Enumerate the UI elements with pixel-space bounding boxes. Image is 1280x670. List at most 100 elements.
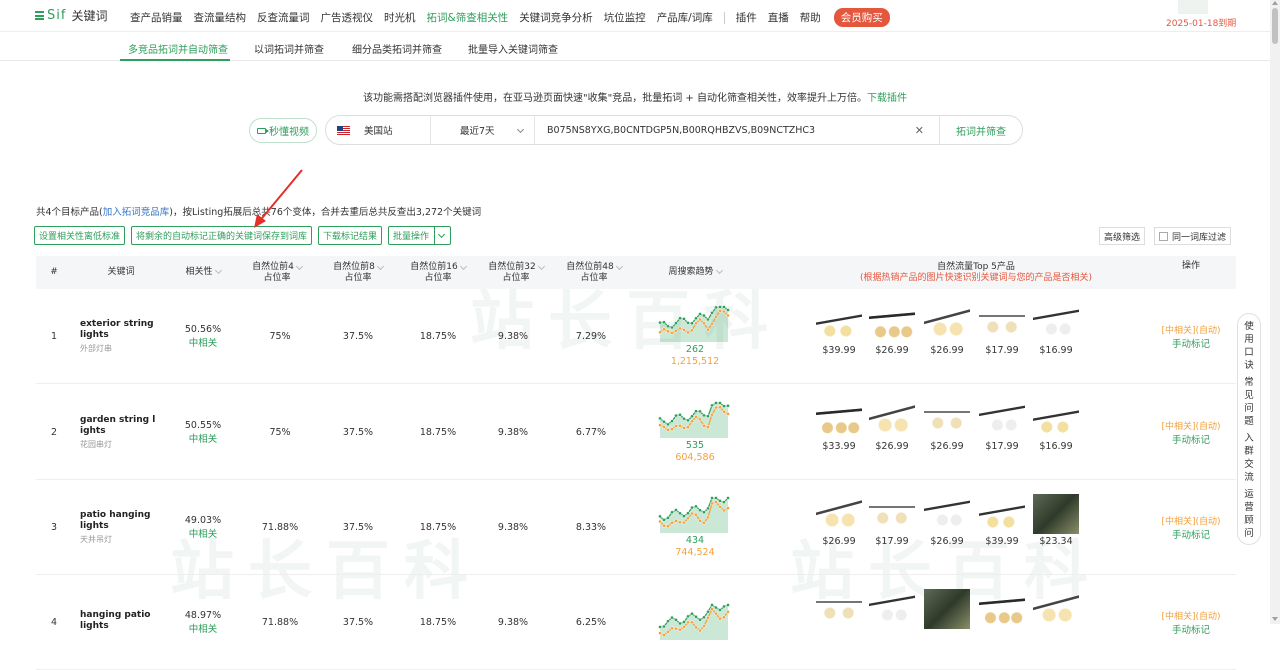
col-top8-line1: 自然位前8: [333, 261, 375, 272]
auto-relevance-tag: [中相关](自动): [1161, 325, 1221, 336]
product-image[interactable]: [1033, 303, 1079, 343]
manual-mark-link[interactable]: 手动标记: [1172, 336, 1210, 350]
top-product[interactable]: $26.99: [924, 399, 970, 452]
top-product[interactable]: $16.99: [1033, 303, 1079, 356]
top4-cell: 75%: [269, 426, 291, 438]
side-faq[interactable]: 常见问题: [1243, 376, 1255, 428]
relevance-value: 49.03%: [184, 514, 222, 526]
top-product[interactable]: $16.99: [1033, 399, 1079, 452]
top-product[interactable]: $26.99: [816, 494, 862, 547]
trend-cell[interactable]: 535 604,586: [650, 385, 740, 479]
relevance-value: 50.55%: [184, 419, 222, 431]
top8-cell: 37.5%: [342, 616, 374, 628]
product-price: $26.99: [930, 345, 964, 356]
col-trend[interactable]: 周搜索趋势: [650, 256, 740, 289]
sort-icon: [214, 266, 222, 275]
top-product[interactable]: [869, 589, 915, 631]
top-product[interactable]: $26.99: [924, 303, 970, 356]
product-image[interactable]: [979, 589, 1025, 629]
col-top32[interactable]: 自然位前32 占位率: [476, 256, 556, 289]
side-consultant[interactable]: 运营顾问: [1243, 488, 1255, 540]
product-image[interactable]: [979, 494, 1025, 534]
manual-mark-link[interactable]: 手动标记: [1172, 432, 1210, 446]
top-product[interactable]: $17.99: [869, 494, 915, 547]
product-price: $39.99: [822, 345, 856, 356]
row-index: 4: [50, 616, 58, 628]
col-top16[interactable]: 自然位前16 占位率: [398, 256, 478, 289]
operation-cell: [中相关](自动) 手动标记: [1156, 575, 1226, 669]
product-image[interactable]: [816, 303, 862, 343]
side-join-group[interactable]: 入群交流: [1243, 432, 1255, 484]
product-image[interactable]: [869, 589, 915, 629]
product-image[interactable]: [979, 399, 1025, 439]
product-price: $33.99: [822, 441, 856, 452]
top-product[interactable]: $39.99: [816, 303, 862, 356]
top-product[interactable]: [979, 589, 1025, 631]
keyword-en[interactable]: garden string lights: [80, 415, 156, 437]
top-product[interactable]: [924, 589, 970, 631]
col-top8-line2: 占位率: [344, 272, 372, 283]
product-image[interactable]: [924, 303, 970, 343]
product-image[interactable]: [869, 303, 915, 343]
top32-cell: 9.38%: [497, 426, 529, 438]
col-top8[interactable]: 自然位前8 占位率: [321, 256, 395, 289]
product-image[interactable]: [816, 589, 862, 629]
product-image[interactable]: [869, 399, 915, 439]
trend-sparkline: [658, 603, 730, 640]
auto-relevance-tag: [中相关](自动): [1161, 516, 1221, 527]
col-top32-line2: 占位率: [502, 272, 530, 283]
side-usage-tips[interactable]: 使用口诀: [1243, 320, 1255, 372]
product-image[interactable]: [816, 494, 862, 534]
product-price: $17.99: [875, 536, 909, 547]
trend-sparkline: [658, 496, 730, 533]
keyword-en[interactable]: hanging patio lights: [80, 610, 156, 632]
top16-cell: 18.75%: [419, 330, 457, 342]
product-image[interactable]: [1033, 589, 1079, 629]
trend-cell[interactable]: [650, 575, 740, 669]
trend-cell[interactable]: 262 1,215,512: [650, 289, 740, 383]
relevance-level: 中相关: [188, 337, 218, 349]
trend-cell[interactable]: 434 744,524: [650, 480, 740, 574]
sort-icon: [715, 266, 723, 275]
product-image[interactable]: [1033, 399, 1079, 439]
product-image[interactable]: [1033, 494, 1079, 534]
product-image[interactable]: [924, 494, 970, 534]
product-price: $17.99: [985, 441, 1019, 452]
top-product[interactable]: $33.99: [816, 399, 862, 452]
top-product[interactable]: $17.99: [979, 399, 1025, 452]
top-product[interactable]: $26.99: [869, 303, 915, 356]
product-image[interactable]: [924, 399, 970, 439]
product-image[interactable]: [979, 303, 1025, 343]
manual-mark-link[interactable]: 手动标记: [1172, 527, 1210, 541]
relevance-level: 中相关: [188, 623, 218, 635]
top-product[interactable]: $23.34: [1033, 494, 1079, 547]
scroll-thumb[interactable]: [1272, 8, 1278, 44]
top-product[interactable]: $26.99: [869, 399, 915, 452]
relevance-cell: 48.97% 中相关: [171, 575, 235, 669]
product-image[interactable]: [816, 399, 862, 439]
sort-icon: [295, 262, 303, 270]
top-product[interactable]: $39.99: [979, 494, 1025, 547]
col-top48-line2: 占位率: [580, 272, 608, 283]
col-relevance[interactable]: 相关性: [171, 256, 235, 289]
top-product[interactable]: $17.99: [979, 303, 1025, 356]
search-rank: 434: [685, 535, 705, 546]
scroll-down-icon[interactable]: [1272, 617, 1278, 621]
scroll-up-icon[interactable]: [1272, 1, 1278, 5]
sort-icon: [615, 262, 623, 270]
keyword-en[interactable]: patio hanging lights: [80, 510, 156, 532]
top-product[interactable]: $26.99: [924, 494, 970, 547]
top-product[interactable]: [816, 589, 862, 631]
product-price: $39.99: [985, 536, 1019, 547]
product-image[interactable]: [869, 494, 915, 534]
product-image[interactable]: [924, 589, 970, 629]
help-side-panel: 使用口诀 常见问题 入群交流 运营顾问: [1237, 313, 1261, 545]
page-scrollbar[interactable]: [1270, 0, 1280, 624]
product-price: $16.99: [1039, 345, 1073, 356]
col-relevance-label: 相关性: [185, 267, 213, 277]
top-product[interactable]: [1033, 589, 1079, 631]
row-index: 1: [50, 330, 58, 342]
keyword-en[interactable]: exterior string lights: [80, 319, 156, 341]
col-top48[interactable]: 自然位前48 占位率: [554, 256, 634, 289]
col-top4[interactable]: 自然位前4 占位率: [240, 256, 314, 289]
